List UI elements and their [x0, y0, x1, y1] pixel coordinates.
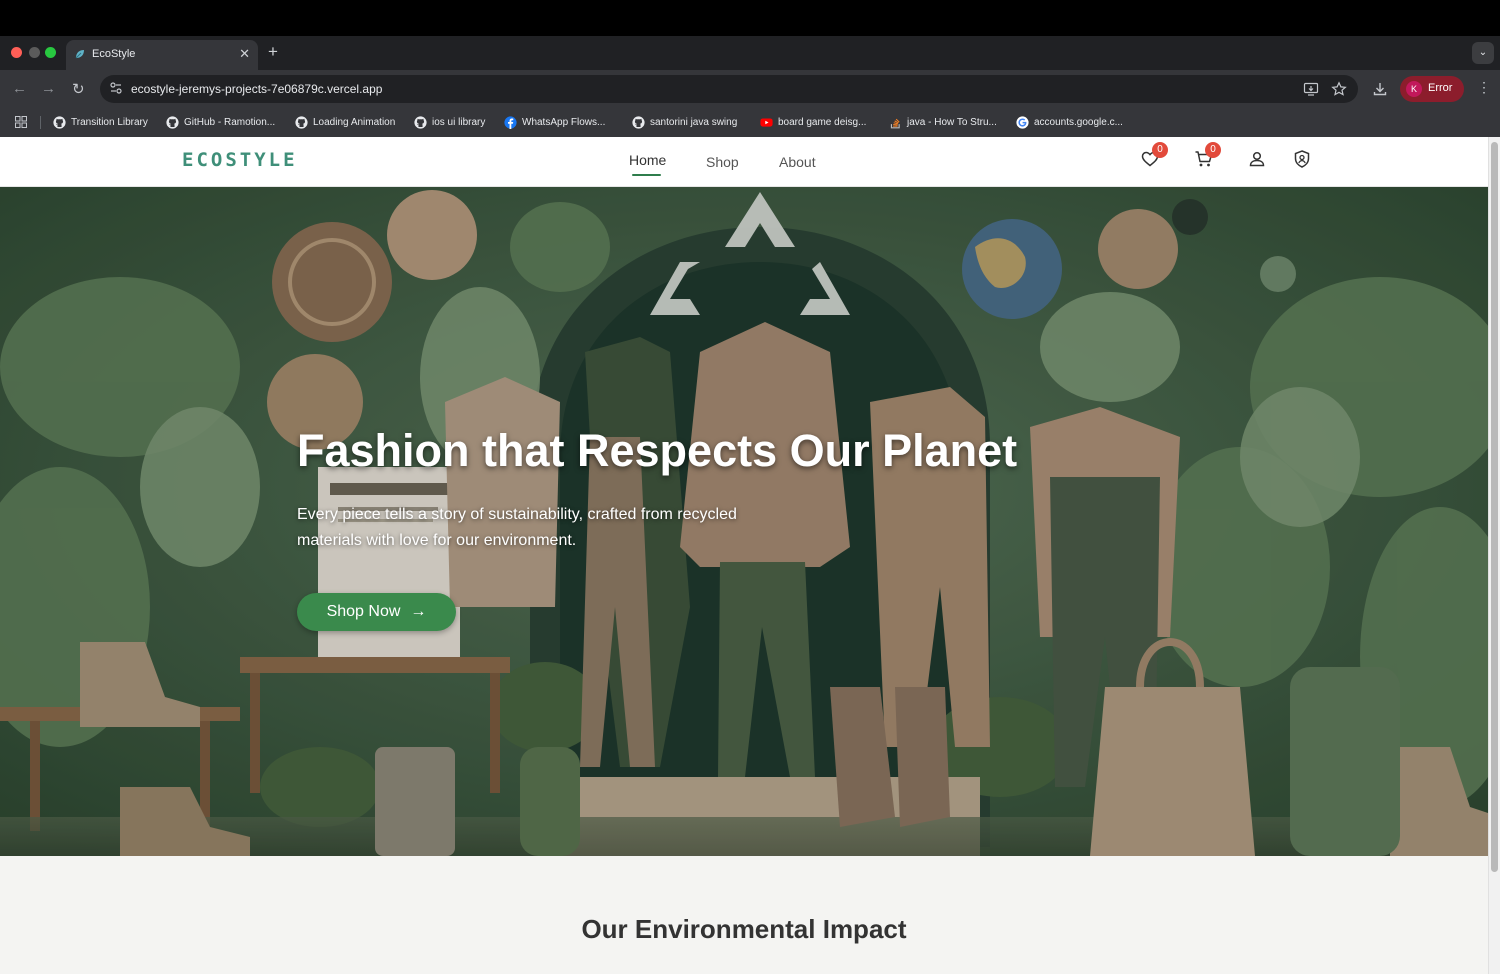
site-settings-icon[interactable] [109, 81, 123, 95]
profile-status-label: Error [1428, 82, 1453, 94]
bookmark-java-how-to[interactable]: java - How To Stru... [889, 114, 997, 131]
bookmark-label: accounts.google.c... [1034, 117, 1123, 128]
bookmark-label: WhatsApp Flows... [522, 117, 606, 128]
bookmark-label: java - How To Stru... [907, 117, 997, 128]
ecostyle-favicon-icon [75, 50, 84, 59]
bookmark-label: santorini java swing [650, 117, 738, 128]
bookmark-loading-animation[interactable]: Loading Animation [295, 114, 395, 131]
bookmark-label: board game deisg... [778, 117, 867, 128]
reload-button[interactable]: ↻ [72, 80, 85, 98]
bookmark-whatsapp-flows[interactable]: WhatsApp Flows... [504, 114, 605, 131]
github-icon [414, 116, 427, 129]
shop-now-button[interactable]: Shop Now → [297, 593, 456, 631]
browser-menu-icon[interactable]: ⋮ [1477, 79, 1491, 96]
github-icon [166, 116, 179, 129]
profile-button[interactable]: K Error [1400, 76, 1464, 102]
apps-grid-icon[interactable] [15, 116, 27, 128]
bookmarks-bar: Transition Library GitHub - Ramotion... … [0, 108, 1500, 137]
facebook-icon [504, 116, 517, 129]
nav-shop-link[interactable]: Shop [706, 154, 739, 170]
bookmark-label: Transition Library [71, 117, 148, 128]
page-viewport: ECOSTYLE Home Shop About 0 0 Fashion tha… [0, 137, 1488, 974]
browser-toolbar: ← → ↻ ecostyle-jeremys-projects-7e06879c… [0, 70, 1500, 108]
tab-search-button[interactable]: ⌄ [1472, 42, 1494, 64]
url-text[interactable]: ecostyle-jeremys-projects-7e06879c.verce… [131, 82, 382, 96]
forward-button[interactable]: → [41, 80, 56, 97]
google-icon [1016, 116, 1029, 129]
arrow-right-icon: → [410, 603, 427, 620]
browser-tab-strip: EcoStyle ✕ [0, 36, 1500, 70]
bookmark-santorini-java-swing[interactable]: santorini java swing [632, 114, 737, 131]
scrollbar-thumb[interactable] [1491, 142, 1498, 872]
bookmark-label: Loading Animation [313, 117, 396, 128]
hero-title: Fashion that Respects Our Planet [297, 425, 1018, 476]
bookmark-github-ramotion[interactable]: GitHub - Ramotion... [166, 114, 275, 131]
back-button[interactable]: ← [12, 80, 27, 97]
stackoverflow-icon [890, 118, 900, 129]
bookmark-transition-library[interactable]: Transition Library [53, 114, 148, 131]
install-app-icon[interactable] [1303, 81, 1319, 97]
address-bar[interactable]: ecostyle-jeremys-projects-7e06879c.verce… [100, 75, 1358, 103]
github-icon [632, 116, 645, 129]
bookmark-label: GitHub - Ramotion... [184, 117, 276, 128]
bookmark-board-game-design[interactable]: board game deisg... [760, 114, 866, 131]
window-minimize-button[interactable] [29, 47, 40, 58]
page-scrollbar[interactable] [1488, 137, 1500, 974]
github-icon [53, 116, 66, 129]
site-logo[interactable]: ECOSTYLE [182, 149, 298, 171]
wishlist-count-badge: 0 [1152, 142, 1168, 158]
environmental-impact-heading: Our Environmental Impact [581, 914, 907, 944]
admin-shield-icon[interactable] [1292, 149, 1312, 169]
bookmarks-separator [40, 116, 41, 129]
hero-subtitle: Every piece tells a story of sustainabil… [297, 506, 737, 549]
screen-top-bar [0, 0, 1500, 36]
window-zoom-button[interactable] [45, 47, 56, 58]
download-icon[interactable] [1372, 81, 1388, 97]
nav-about-link[interactable]: About [779, 154, 816, 170]
window-close-button[interactable] [11, 47, 22, 58]
profile-avatar: K [1406, 81, 1422, 97]
site-header: ECOSTYLE Home Shop About 0 0 [0, 137, 1488, 187]
tab-title: EcoStyle [92, 48, 136, 60]
bookmark-star-icon[interactable] [1331, 81, 1347, 97]
new-tab-button[interactable]: + [268, 42, 278, 62]
nav-active-indicator [632, 174, 661, 176]
tab-close-icon[interactable]: ✕ [239, 46, 250, 62]
youtube-icon [760, 118, 773, 127]
cart-count-badge: 0 [1205, 142, 1221, 158]
shop-now-label: Shop Now [326, 603, 401, 620]
user-account-icon[interactable] [1247, 149, 1267, 169]
bookmark-accounts-google[interactable]: accounts.google.c... [1016, 114, 1123, 131]
nav-home-link[interactable]: Home [629, 152, 666, 168]
browser-tab[interactable]: EcoStyle ✕ [66, 40, 258, 70]
bookmark-label: ios ui library [432, 117, 486, 128]
github-icon [295, 116, 308, 129]
bookmark-ios-ui-library[interactable]: ios ui library [414, 114, 485, 131]
hero-section: Fashion that Respects Our Planet Every p… [0, 187, 1488, 856]
